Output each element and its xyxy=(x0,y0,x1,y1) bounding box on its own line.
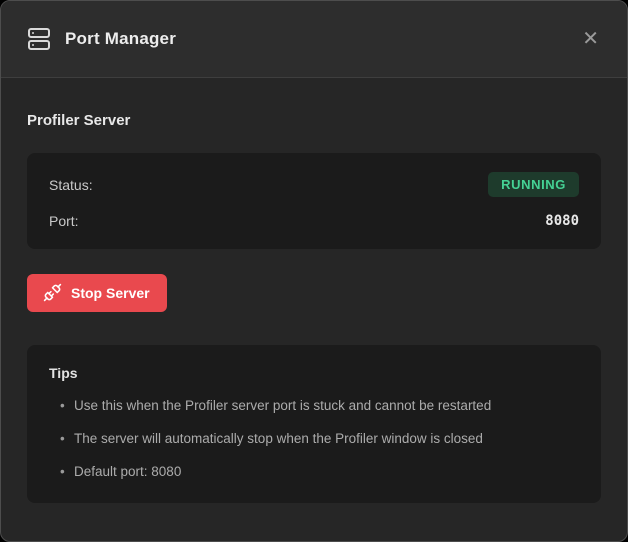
tips-heading: Tips xyxy=(49,365,579,381)
status-panel: Status: RUNNING Port: 8080 xyxy=(27,153,601,249)
tip-item: Use this when the Profiler server port i… xyxy=(60,397,579,415)
stop-server-label: Stop Server xyxy=(71,285,150,301)
status-badge: RUNNING xyxy=(488,172,579,197)
dialog-title: Port Manager xyxy=(65,29,176,49)
tips-list: Use this when the Profiler server port i… xyxy=(49,397,579,481)
close-icon: ✕ xyxy=(582,28,599,50)
server-icon xyxy=(27,27,51,51)
dialog-content: Profiler Server Status: RUNNING Port: 80… xyxy=(1,112,627,503)
tip-item: Default port: 8080 xyxy=(60,463,579,481)
section-heading: Profiler Server xyxy=(27,112,601,129)
port-manager-dialog: Port Manager ✕ Profiler Server Status: R… xyxy=(0,0,628,542)
port-value: 8080 xyxy=(545,213,579,229)
dialog-header: Port Manager ✕ xyxy=(1,1,627,78)
close-button[interactable]: ✕ xyxy=(576,25,605,53)
stop-server-button[interactable]: Stop Server xyxy=(27,274,167,312)
port-row: Port: 8080 xyxy=(49,213,579,229)
tips-panel: Tips Use this when the Profiler server p… xyxy=(27,345,601,503)
status-row: Status: RUNNING xyxy=(49,172,579,197)
unplug-icon xyxy=(43,283,62,302)
tip-item: The server will automatically stop when … xyxy=(60,430,579,448)
status-label: Status: xyxy=(49,177,93,193)
port-label: Port: xyxy=(49,213,79,229)
